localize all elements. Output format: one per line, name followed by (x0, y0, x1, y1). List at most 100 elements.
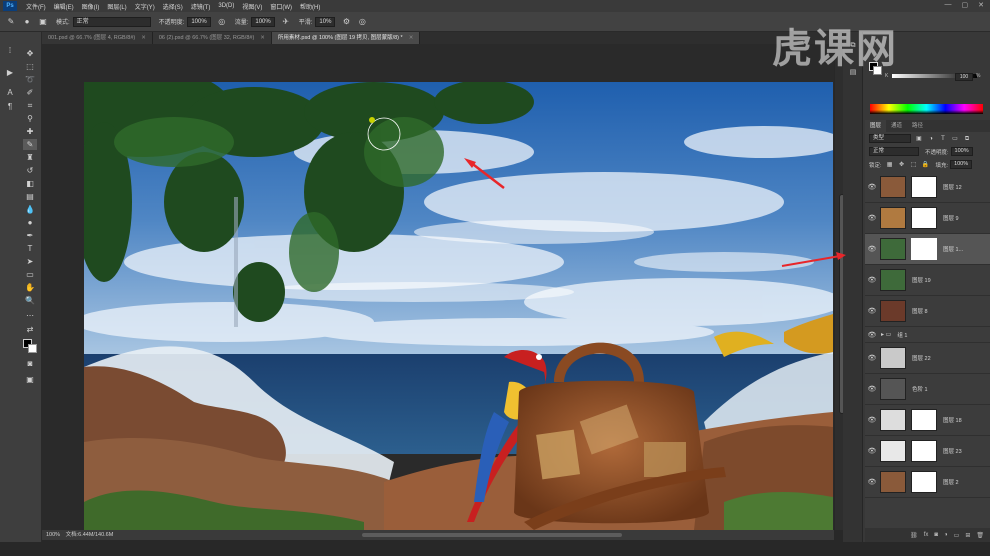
minimize-button[interactable]: — (945, 1, 952, 9)
mode-select[interactable]: 正常 (72, 16, 151, 27)
blend-mode-select[interactable]: 正常 (869, 147, 919, 156)
layer-row[interactable]: 👁 图层 22 (865, 343, 990, 374)
visibility-eye-icon[interactable]: 👁 (867, 331, 877, 339)
adjustment-icon[interactable]: ◑ (944, 532, 948, 538)
menu-window[interactable]: 窗口(W) (266, 2, 296, 11)
menu-3d[interactable]: 3D(D) (214, 3, 238, 9)
filter-shape-icon[interactable]: ▭ (951, 135, 959, 143)
layer-row[interactable]: 👁 图层 12 (865, 172, 990, 203)
pressure-opacity-icon[interactable]: ◎ (217, 17, 227, 27)
add-mask-icon[interactable]: ◙ (934, 532, 938, 538)
filter-smart-icon[interactable]: ⧉ (963, 135, 971, 143)
color-spectrum[interactable] (870, 104, 983, 114)
close-button[interactable]: ✕ (978, 1, 984, 9)
pressure-size-icon[interactable]: ◎ (357, 17, 367, 27)
document-canvas[interactable] (84, 82, 833, 530)
screen-mode-icon[interactable]: ▣ (23, 374, 37, 385)
layer-mask-thumbnail[interactable] (911, 440, 937, 462)
new-layer-icon[interactable]: ⊞ (965, 532, 970, 539)
visibility-eye-icon[interactable]: 👁 (867, 416, 877, 424)
eraser-tool-icon[interactable]: ◧ (23, 178, 37, 189)
lasso-tool-icon[interactable]: ➰ (23, 74, 37, 85)
document-size[interactable]: 文档:6.44M/140.6M (66, 532, 114, 538)
quick-mask-icon[interactable]: ◙ (23, 358, 37, 369)
layer-mask-thumbnail[interactable] (911, 238, 937, 260)
tab-document-active[interactable]: 所用素材.psd @ 100% (图层 19 拷贝, 图层蒙版/8) * ✕ (271, 32, 421, 44)
shape-tool-icon[interactable]: ▭ (23, 269, 37, 280)
lock-move-icon[interactable]: ✥ (898, 161, 906, 169)
layer-row[interactable]: 👁 图层 2 (865, 467, 990, 498)
layer-row-selected[interactable]: 👁 图层 1... (865, 234, 990, 265)
close-icon[interactable]: ✕ (260, 35, 265, 41)
move-tool-icon[interactable]: ✥ (23, 48, 37, 59)
menu-filter[interactable]: 滤镜(T) (187, 2, 215, 11)
menu-file[interactable]: 文件(F) (22, 2, 50, 11)
visibility-eye-icon[interactable]: 👁 (867, 276, 877, 284)
play-action-icon[interactable]: ▶ (4, 68, 16, 78)
visibility-eye-icon[interactable]: 👁 (867, 214, 877, 222)
filter-type-icon[interactable]: T (939, 135, 947, 143)
type-tool-icon[interactable]: T (23, 243, 37, 254)
history-brush-tool-icon[interactable]: ↺ (23, 165, 37, 176)
tab-document-2[interactable]: 06 (2).psd @ 66.7% (图层 32, RGB/8#) ✕ (152, 32, 272, 44)
visibility-eye-icon[interactable]: 👁 (867, 354, 877, 362)
layer-opacity-field[interactable]: 100% (950, 147, 973, 156)
close-icon[interactable]: ✕ (141, 35, 146, 41)
tab-channels[interactable]: 通道 (886, 120, 907, 132)
menu-help[interactable]: 帮助(H) (296, 2, 324, 11)
collapse-icon[interactable]: ⁞ (4, 46, 16, 56)
layer-row[interactable]: 👁 色阶 1 (865, 374, 990, 405)
lock-pixels-icon[interactable]: ▦ (886, 161, 894, 169)
maximize-button[interactable]: ▢ (962, 1, 969, 9)
crop-tool-icon[interactable]: ⌗ (23, 100, 37, 111)
menu-edit[interactable]: 编辑(E) (50, 2, 78, 11)
lock-all-icon[interactable]: 🔒 (922, 161, 930, 169)
brush-tool-icon[interactable]: ✎ (23, 139, 37, 150)
dodge-tool-icon[interactable]: ● (23, 217, 37, 228)
opacity-field[interactable]: 100% (187, 16, 211, 27)
layer-row[interactable]: 👁 图层 18 (865, 405, 990, 436)
layer-row[interactable]: 👁 图层 23 (865, 436, 990, 467)
pen-tool-icon[interactable]: ✒ (23, 230, 37, 241)
visibility-eye-icon[interactable]: 👁 (867, 307, 877, 315)
link-icon[interactable]: ⛓ (910, 532, 918, 539)
layer-row[interactable]: 👁 图层 8 (865, 296, 990, 327)
layer-row[interactable]: 👁 图层 9 (865, 203, 990, 234)
filter-pixel-icon[interactable]: ▣ (915, 135, 923, 143)
menu-image[interactable]: 图像(I) (78, 2, 104, 11)
paragraph-panel-icon[interactable]: ¶ (4, 102, 16, 112)
eyedropper-tool-icon[interactable]: ⚲ (23, 113, 37, 124)
tab-document-1[interactable]: 001.psd @ 66.7% (图层 4, RGB/8#) ✕ (42, 32, 153, 44)
hand-tool-icon[interactable]: ✋ (23, 282, 37, 293)
zoom-tool-icon[interactable]: 🔍 (23, 295, 37, 306)
layer-mask-thumbnail[interactable] (911, 207, 937, 229)
menu-layer[interactable]: 图层(L) (103, 2, 130, 11)
smooth-field[interactable]: 10% (315, 16, 336, 27)
canvas-area[interactable] (42, 44, 834, 530)
gear-icon[interactable]: ⚙ (341, 17, 351, 27)
visibility-eye-icon[interactable]: 👁 (867, 447, 877, 455)
horizontal-scrollbar[interactable] (362, 533, 622, 537)
brush-tool-icon[interactable]: ✎ (6, 17, 16, 27)
brush-settings-icon[interactable]: ▣ (38, 17, 48, 27)
tab-layers[interactable]: 图层 (865, 120, 887, 132)
fx-icon[interactable]: fx (924, 532, 929, 538)
layer-filter-select[interactable]: 类型 (869, 134, 911, 143)
vertical-scrollbar[interactable] (835, 44, 845, 530)
menu-select[interactable]: 选择(S) (159, 2, 187, 11)
character-panel-icon[interactable]: A (4, 88, 16, 98)
layer-mask-thumbnail[interactable] (911, 176, 937, 198)
trash-icon[interactable]: 🗑 (976, 532, 984, 539)
visibility-eye-icon[interactable]: 👁 (867, 183, 877, 191)
airbrush-icon[interactable]: ✈ (281, 17, 291, 27)
menu-view[interactable]: 视图(V) (238, 2, 266, 11)
menu-type[interactable]: 文字(Y) (131, 2, 159, 11)
gradient-tool-icon[interactable]: ▤ (23, 191, 37, 202)
zoom-level[interactable]: 100% (46, 532, 60, 538)
tab-paths[interactable]: 路径 (907, 120, 928, 132)
path-select-tool-icon[interactable]: ➤ (23, 256, 37, 267)
flow-field[interactable]: 100% (251, 16, 275, 27)
layer-row[interactable]: 👁 图层 19 (865, 265, 990, 296)
stamp-tool-icon[interactable]: ♜ (23, 152, 37, 163)
brush-preset-icon[interactable]: ● (22, 17, 32, 27)
